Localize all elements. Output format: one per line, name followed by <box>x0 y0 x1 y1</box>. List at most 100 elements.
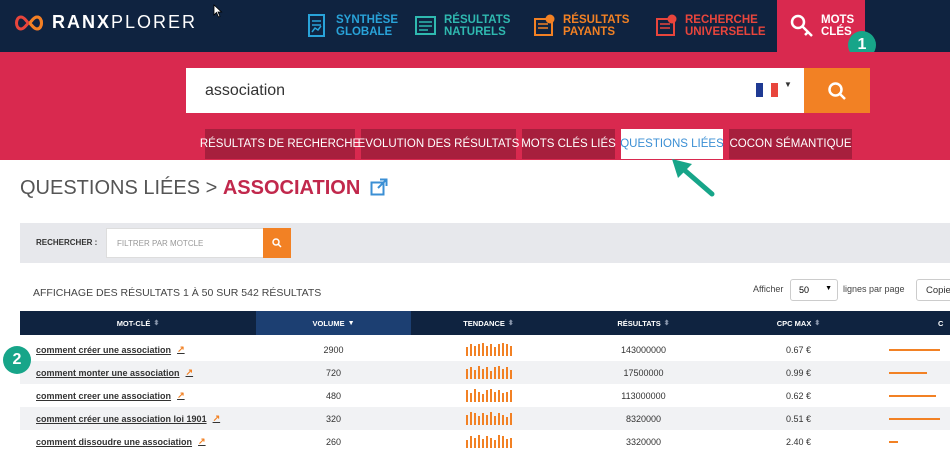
trend-bar <box>505 392 508 402</box>
column-header-tendance[interactable]: TENDANCE ⬍ <box>411 311 566 335</box>
trend-bar <box>497 390 500 402</box>
trend-bar <box>509 438 512 448</box>
tab-cocon-semantique[interactable]: COCON SÉMANTIQUE <box>729 129 852 159</box>
page-title: QUESTIONS LIÉES > ASSOCIATION <box>20 177 388 200</box>
resultats-cell: 3320000 <box>625 436 662 447</box>
search-box[interactable]: association ▼ <box>186 68 804 113</box>
trend-bar <box>469 344 472 356</box>
tab-mots-cles-lies[interactable]: MOTS CLÉS LIÉS <box>521 129 616 159</box>
trend-sparkline <box>411 407 566 430</box>
trend-bar <box>509 346 512 356</box>
trend-sparkline <box>411 361 566 384</box>
external-link-icon[interactable]: ↗ <box>186 367 194 378</box>
nav-recherche-universelle[interactable]: RECHERCHE UNIVERSELLE <box>655 0 766 52</box>
trend-bar <box>493 440 496 448</box>
trend-bar <box>509 370 512 379</box>
tab-evolution-des-resultats[interactable]: EVOLUTION DES RÉSULTATS <box>358 129 519 159</box>
nav-resultats-payants[interactable]: RÉSULTATS PAYANTS <box>533 0 629 52</box>
table-row: comment créer une association ↗ 2900 143000… <box>20 338 950 361</box>
trend-bar <box>473 346 476 356</box>
trend-bar <box>477 416 480 425</box>
key-icon <box>790 14 813 37</box>
trend-bar <box>497 435 500 448</box>
competition-bar <box>889 418 940 420</box>
trend-bar <box>501 415 504 425</box>
chevron-down-icon[interactable]: ▼ <box>784 80 792 89</box>
trend-bar <box>469 412 472 425</box>
column-header-cpc-max[interactable]: CPC MAX ⬍ <box>721 311 876 335</box>
external-link-icon[interactable]: ↗ <box>198 436 206 447</box>
trend-bar <box>489 344 492 356</box>
keyword-link[interactable]: comment creer une association ↗ <box>36 384 185 407</box>
cpc-cell: 0.51 € <box>785 413 812 424</box>
search-icon <box>828 81 846 100</box>
resultats-cell: 8320000 <box>625 413 662 424</box>
trend-sparkline <box>411 384 566 407</box>
volume-cell: 320 <box>325 413 342 424</box>
table-row: comment créer une association loi 1901 ↗ 3… <box>20 407 950 430</box>
keyword-link[interactable]: comment créer une association ↗ <box>36 338 185 361</box>
trend-bar <box>465 440 468 448</box>
ranxplorer-logo[interactable]: RANXPLORER <box>12 12 197 33</box>
external-link-icon[interactable]: ↗ <box>177 344 185 355</box>
cpc-cell: 2.40 € <box>785 436 812 447</box>
keyword-link[interactable]: comment dissoudre une association ↗ <box>36 430 206 453</box>
mouse-cursor-icon <box>213 4 223 18</box>
search-button[interactable] <box>804 68 870 113</box>
column-header-mot-cle[interactable]: MOT-CLÉ ⬍ <box>20 311 256 335</box>
trend-bar <box>505 417 508 425</box>
trend-bar <box>465 347 468 356</box>
column-header-competition[interactable]: C <box>938 311 950 335</box>
trend-bar <box>497 366 500 379</box>
competition-bar <box>889 372 927 374</box>
trend-bar <box>485 436 488 448</box>
column-header-resultats[interactable]: RÉSULTATS ⬍ <box>566 311 721 335</box>
trend-bar <box>501 436 504 448</box>
trend-bar <box>465 369 468 379</box>
sort-icon: ⬍ <box>153 320 160 327</box>
competition-bar <box>889 349 940 351</box>
trend-bar <box>469 393 472 402</box>
per-page-suffix: lignes par page <box>843 284 905 294</box>
report-icon <box>308 14 325 37</box>
column-header-volume[interactable]: VOLUME ▼ <box>256 311 411 335</box>
trend-bar <box>477 435 480 448</box>
search-icon <box>272 238 282 248</box>
copy-button[interactable]: Copie <box>916 279 950 301</box>
tab-resultats-de-recherche[interactable]: RÉSULTATS DE RECHERCHE <box>200 129 360 159</box>
step-badge-2: 2 <box>3 346 31 374</box>
trend-bar <box>485 367 488 379</box>
trend-bar <box>489 438 492 448</box>
keyword-link[interactable]: comment monter une association ↗ <box>36 361 193 384</box>
filter-input[interactable]: FILTRER PAR MOTCLE <box>106 228 281 258</box>
tab-questions-liees[interactable]: QUESTIONS LIÉES <box>620 129 724 159</box>
volume-cell: 260 <box>325 436 342 447</box>
trend-bar <box>497 344 500 356</box>
trend-bar <box>477 366 480 379</box>
volume-cell: 2900 <box>323 344 344 355</box>
filter-search-button[interactable] <box>263 228 291 258</box>
trend-bar <box>481 343 484 356</box>
trend-bar <box>485 415 488 425</box>
trend-bar <box>489 389 492 402</box>
resultats-cell: 113000000 <box>621 390 666 401</box>
trend-bar <box>473 413 476 425</box>
sort-icon: ⬍ <box>814 320 821 327</box>
trend-sparkline <box>411 338 566 361</box>
trend-bar <box>501 393 504 402</box>
france-flag-icon[interactable] <box>756 83 778 97</box>
volume-cell: 480 <box>325 390 342 401</box>
trend-bar <box>465 390 468 402</box>
trend-bar <box>473 389 476 402</box>
keyword-link[interactable]: comment créer une association loi 1901 ↗ <box>36 407 220 430</box>
nav-resultats-naturels[interactable]: RÉSULTATS NATURELS <box>414 0 510 52</box>
search-input[interactable]: association <box>205 82 285 100</box>
external-link-icon[interactable]: ↗ <box>213 413 221 424</box>
universal-list-icon <box>656 14 677 36</box>
nav-synthese-globale[interactable]: SYNTHÈSE GLOBALE <box>306 0 398 52</box>
results-count-text: AFFICHAGE DES RÉSULTATS 1 À 50 SUR 542 R… <box>33 287 322 299</box>
per-page-select[interactable]: 50 ▼ <box>790 279 838 301</box>
trend-bar <box>477 392 480 402</box>
external-link-icon[interactable]: ↗ <box>177 390 185 401</box>
external-link-icon[interactable] <box>370 178 388 196</box>
